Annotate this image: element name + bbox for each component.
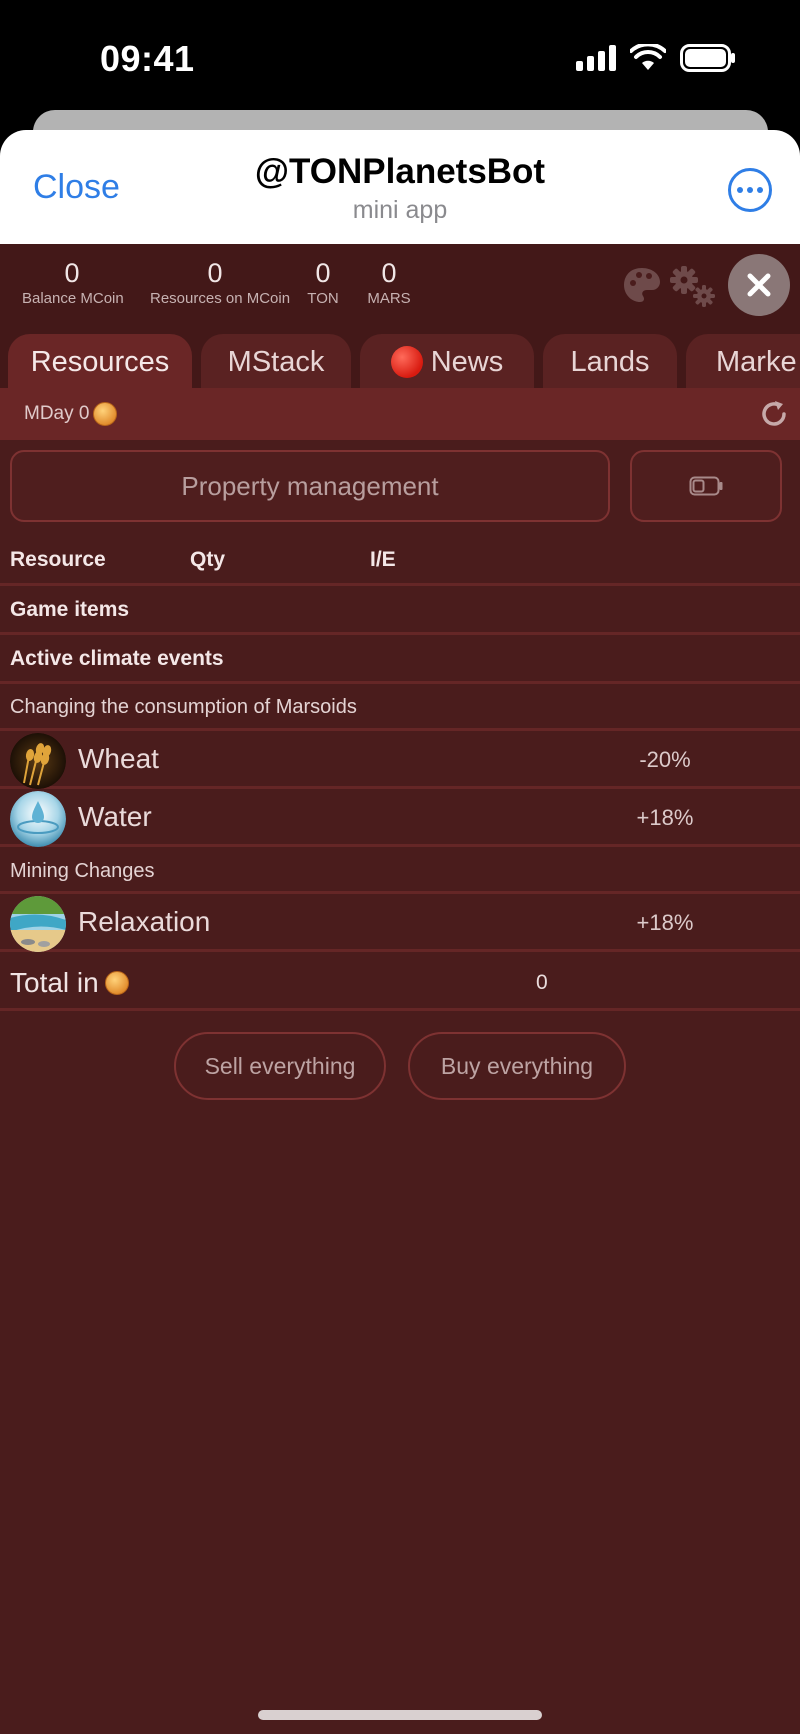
status-bar: 09:41 xyxy=(0,0,800,115)
stat-balance-mcoin: 0 Balance MCoin xyxy=(22,258,124,307)
tab-label: Marke xyxy=(716,345,797,378)
resource-change: -20% xyxy=(639,747,691,772)
property-management-button[interactable]: Property management xyxy=(10,450,610,522)
stat-ton: 0 TON xyxy=(303,258,343,307)
stat-value: 0 xyxy=(64,258,80,288)
header-resource: Resource xyxy=(10,548,106,571)
tab-market[interactable]: Marke xyxy=(686,334,800,388)
beach-icon xyxy=(10,896,66,952)
stat-value: 0 xyxy=(207,258,223,288)
stat-label: Balance MCoin xyxy=(22,290,124,307)
resource-name: Relaxation xyxy=(78,906,211,937)
game-items-label: Game items xyxy=(10,598,130,621)
total-value: 0 xyxy=(536,971,548,994)
telegram-header: Close @TONPlanetsBot mini app xyxy=(0,130,800,244)
tab-label: Resources xyxy=(30,345,170,378)
resource-row-relaxation[interactable]: Relaxation +18% xyxy=(0,894,800,952)
mining-section-label: Mining Changes xyxy=(10,860,155,882)
buy-everything-button[interactable]: Buy everything xyxy=(408,1032,626,1100)
header-ie: I/E xyxy=(370,548,396,571)
tab-resources[interactable]: Resources xyxy=(8,334,192,388)
close-icon xyxy=(747,273,771,297)
tab-label: News xyxy=(430,345,504,378)
header-qty: Qty xyxy=(190,548,226,571)
mday-indicator: MDay 0 xyxy=(24,402,118,426)
mcoin-icon xyxy=(93,402,118,426)
tab-bar: Resources MStack News Lands Marke xyxy=(0,326,800,388)
resource-name: Water xyxy=(78,801,152,832)
active-climate-label: Active climate events xyxy=(10,647,224,670)
property-management-label: Property management xyxy=(181,470,439,501)
stat-label: Resources on MCoin xyxy=(150,290,291,307)
status-time: 09:41 xyxy=(100,38,195,79)
tab-news[interactable]: News xyxy=(360,334,534,388)
battery-toggle-button[interactable] xyxy=(630,450,782,522)
tab-label: MStack xyxy=(227,345,325,378)
gear-icon[interactable] xyxy=(668,264,718,308)
wheat-icon xyxy=(10,733,66,789)
mday-label: MDay 0 xyxy=(24,403,90,424)
total-label: Total in xyxy=(10,967,99,998)
sell-everything-label: Sell everything xyxy=(204,1052,356,1079)
status-icons xyxy=(576,44,736,72)
palette-icon[interactable] xyxy=(622,266,662,304)
stat-resources-mcoin: 0 Resources on MCoin xyxy=(150,258,291,307)
resource-name: Wheat xyxy=(78,743,159,774)
mining-section: Mining Changes xyxy=(0,850,800,894)
tab-mstack[interactable]: MStack xyxy=(201,334,351,388)
stat-value: 0 xyxy=(315,258,331,288)
stat-mars: 0 MARS xyxy=(364,258,414,307)
bot-title: @TONPlanetsBot xyxy=(254,152,546,191)
sell-everything-button[interactable]: Sell everything xyxy=(174,1032,386,1100)
active-climate-row[interactable]: Active climate events xyxy=(0,635,800,684)
resource-change: +18% xyxy=(636,910,694,935)
total-row: Total in 0 xyxy=(0,955,800,1011)
buy-everything-label: Buy everything xyxy=(440,1052,594,1079)
wifi-icon xyxy=(630,44,666,70)
news-alert-icon xyxy=(390,346,423,378)
close-app-button[interactable] xyxy=(728,254,790,316)
consumption-section-label: Changing the consumption of Marsoids xyxy=(10,696,357,718)
stat-value: 0 xyxy=(381,258,397,288)
consumption-section: Changing the consumption of Marsoids xyxy=(0,684,800,731)
signal-icon xyxy=(576,45,616,71)
app-area: 0 Balance MCoin 0 Resources on MCoin 0 T… xyxy=(0,244,800,1734)
tab-label: Lands xyxy=(570,345,650,378)
stats-row: 0 Balance MCoin 0 Resources on MCoin 0 T… xyxy=(0,244,800,326)
total-label-group: Total in xyxy=(10,967,129,999)
stat-label: TON xyxy=(307,290,339,307)
battery-low-icon xyxy=(689,476,723,496)
resource-row-water[interactable]: Water +18% xyxy=(0,789,800,847)
stat-label: MARS xyxy=(367,290,411,307)
resource-row-wheat[interactable]: Wheat -20% xyxy=(0,731,800,789)
more-options-button[interactable] xyxy=(728,168,772,212)
tab-lands[interactable]: Lands xyxy=(543,334,677,388)
mday-bar: MDay 0 xyxy=(0,388,800,440)
battery-icon xyxy=(680,44,735,72)
resource-change: +18% xyxy=(636,805,694,830)
home-indicator[interactable] xyxy=(258,1710,542,1720)
refresh-icon[interactable] xyxy=(758,398,790,430)
table-header: Resource Qty I/E xyxy=(0,536,800,586)
mcoin-icon xyxy=(104,971,129,995)
water-icon xyxy=(10,791,66,847)
bot-subtitle: mini app xyxy=(352,196,448,224)
game-items-row[interactable]: Game items xyxy=(0,586,800,635)
